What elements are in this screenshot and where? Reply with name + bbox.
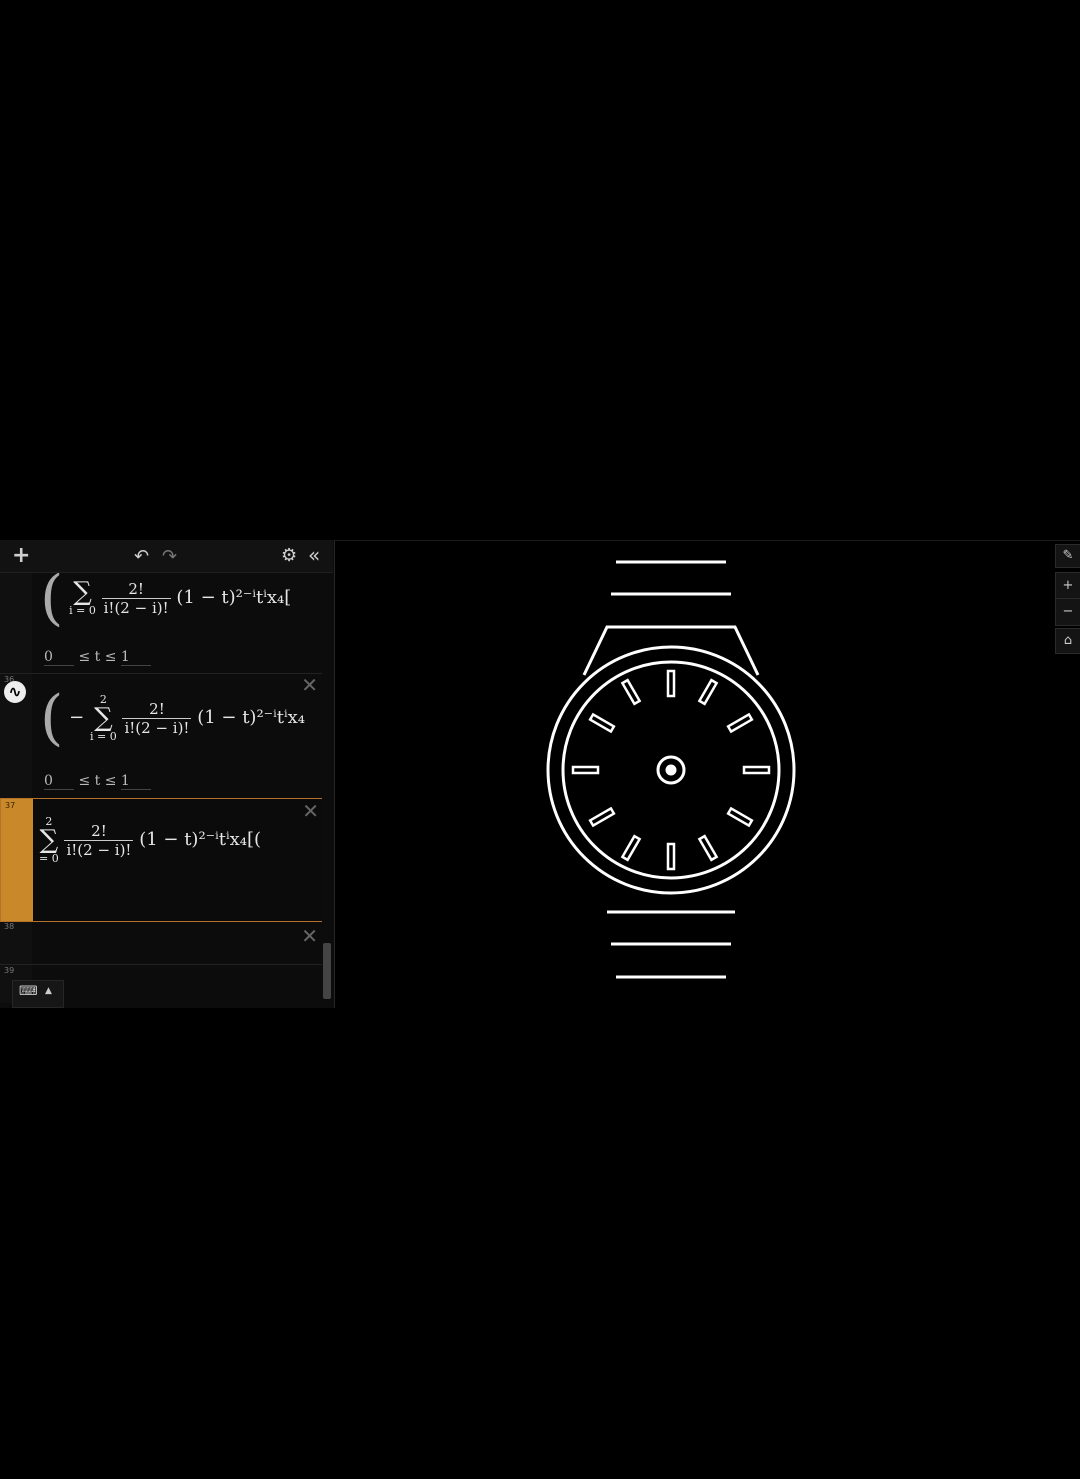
domain-low[interactable]: 0 [44, 649, 74, 666]
expression-panel: + ↶ ↷ ⚙ « ( ∑ i = 0 2! i!(2 − i)! (1 − t… [0, 540, 335, 1008]
hour-marker-7 [620, 834, 642, 862]
redo-icon[interactable]: ↷ [162, 548, 177, 566]
hour-marker-10 [588, 712, 616, 734]
hour-marker-1 [697, 678, 719, 706]
expression-tail: (1 − t)²⁻ⁱtⁱx₄[( [139, 829, 262, 850]
sum-symbol: ∑ i = 0 [69, 576, 96, 617]
double-chevron-left-icon[interactable]: « [308, 545, 320, 565]
delete-expression-icon[interactable]: ✕ [301, 675, 318, 695]
graph-paper[interactable]: ✎ + − ⌂ [335, 540, 1080, 1008]
zoom-in-button[interactable]: + [1055, 572, 1080, 600]
hour-marker-4 [726, 806, 754, 828]
expression-scrollbar[interactable] [322, 573, 332, 1005]
watch-lug-top [582, 625, 760, 676]
expression-toolbar: + ↶ ↷ ⚙ « [0, 540, 333, 573]
domain-low[interactable]: 0 [44, 773, 74, 790]
expression-formula[interactable]: ( ∑ i = 0 2! i!(2 − i)! (1 − t)²⁻ⁱtⁱx₄[ [40, 573, 292, 628]
domain-restriction[interactable]: 0 ≤ t ≤ 1 [44, 649, 151, 666]
left-paren: ( [40, 683, 64, 753]
desmos-logo-icon: ∿ [4, 681, 26, 703]
expression-formula[interactable]: ( − 2 ∑ i = 0 2! i!(2 − i)! (1 − t)²⁻ⁱtⁱx₄ [40, 688, 306, 748]
sum-symbol: 2 ∑ i = 0 [89, 693, 117, 743]
expression-tail: (1 − t)²⁻ⁱtⁱx₄ [197, 707, 306, 728]
expression-row-37[interactable]: 37 ✕ 2 ∑ = 0 2! i!(2 − i)! (1 − t)²⁻ⁱtⁱx₄[… [0, 798, 322, 922]
expression-index: 39 [4, 966, 15, 975]
hour-marker-3 [742, 765, 771, 775]
expression-index: 38 [4, 922, 15, 931]
delete-expression-icon[interactable]: ✕ [302, 801, 319, 821]
expression-row-35[interactable]: ( ∑ i = 0 2! i!(2 − i)! (1 − t)²⁻ⁱtⁱx₄[ 0… [0, 573, 322, 674]
hour-marker-11 [620, 678, 642, 706]
home-icon[interactable]: ⌂ [1055, 628, 1080, 654]
hour-marker-5 [697, 834, 719, 862]
keyboard-arrow: ▲ [45, 986, 52, 996]
domain-operator: ≤ t ≤ [78, 773, 117, 789]
domain-high[interactable]: 1 [120, 773, 151, 790]
scrollbar-thumb[interactable] [323, 943, 331, 999]
hour-marker-2 [726, 712, 754, 734]
expression-list: ( ∑ i = 0 2! i!(2 − i)! (1 − t)²⁻ⁱtⁱx₄[ 0… [0, 573, 322, 1003]
undo-icon[interactable]: ↶ [134, 548, 149, 566]
expression-index: 37 [5, 801, 16, 810]
binomial-fraction: 2! i!(2 − i)! [122, 699, 192, 737]
watch-center-dot [665, 764, 677, 776]
hour-marker-6 [666, 842, 676, 871]
expression-formula[interactable]: 2 ∑ = 0 2! i!(2 − i)! (1 − t)²⁻ⁱtⁱx₄[( [39, 815, 261, 865]
keyboard-toggle-button[interactable]: ⌨ ▲ [12, 980, 64, 1008]
plus-icon[interactable]: + [12, 545, 30, 567]
hour-marker-9 [571, 765, 600, 775]
left-paren: ( [40, 573, 64, 633]
hour-marker-12 [666, 669, 676, 698]
expression-row-36[interactable]: 36 ✕ ( − 2 ∑ i = 0 2! i!(2 − i)! (1 − t)²⁻… [0, 673, 322, 799]
gear-icon[interactable]: ⚙ [281, 547, 297, 565]
expression-row-38[interactable]: 38 ✕ [0, 920, 322, 965]
hour-marker-8 [588, 806, 616, 828]
binomial-fraction: 2! i!(2 − i)! [101, 579, 171, 617]
wrench-icon[interactable]: ✎ [1055, 544, 1080, 568]
keyboard-icon: ⌨ [19, 984, 38, 999]
expression-color-tab[interactable] [1, 799, 33, 921]
negation-sign: − [69, 707, 85, 728]
graphing-app: + ↶ ↷ ⚙ « ( ∑ i = 0 2! i!(2 − i)! (1 − t… [0, 540, 1080, 1008]
delete-expression-icon[interactable]: ✕ [301, 926, 318, 946]
domain-high[interactable]: 1 [120, 649, 151, 666]
expression-tail: (1 − t)²⁻ⁱtⁱx₄[ [176, 587, 292, 608]
binomial-fraction: 2! i!(2 − i)! [64, 821, 134, 859]
domain-restriction[interactable]: 0 ≤ t ≤ 1 [44, 773, 151, 790]
zoom-out-button[interactable]: − [1055, 598, 1080, 626]
domain-operator: ≤ t ≤ [78, 649, 117, 665]
sum-symbol: 2 ∑ = 0 [39, 815, 59, 865]
graph-canvas[interactable] [335, 540, 1080, 1008]
